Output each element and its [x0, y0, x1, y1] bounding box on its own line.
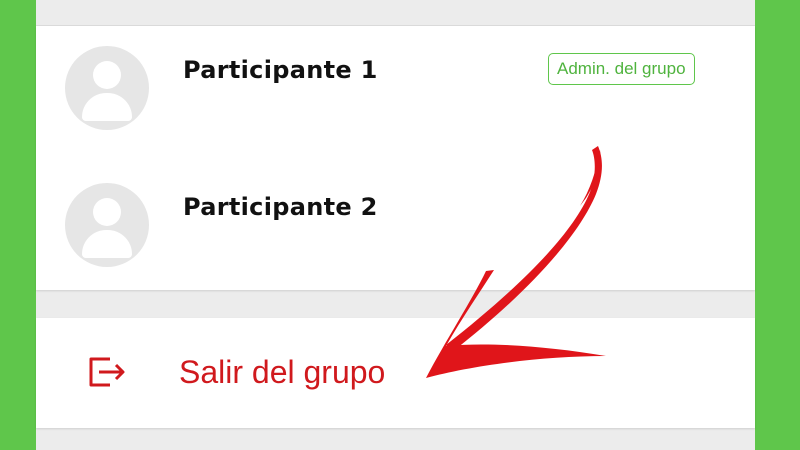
- exit-group-button[interactable]: Salir del grupo: [36, 318, 755, 428]
- participant-name: Participante 1: [183, 56, 378, 84]
- exit-group-label: Salir del grupo: [179, 354, 386, 390]
- person-icon: [93, 61, 121, 89]
- participant-row[interactable]: Participante 2: [36, 163, 755, 273]
- avatar: [65, 46, 149, 130]
- section-divider: [36, 0, 755, 26]
- participant-row[interactable]: Participante 1 Admin. del grupo: [36, 26, 755, 136]
- participants-list: Participante 1 Admin. del grupo Particip…: [36, 26, 755, 290]
- admin-badge: Admin. del grupo: [548, 53, 695, 85]
- exit-group-card: Salir del grupo: [36, 318, 755, 428]
- group-info-panel: Participante 1 Admin. del grupo Particip…: [36, 0, 755, 450]
- person-icon: [93, 198, 121, 226]
- exit-icon: [89, 357, 125, 387]
- participant-name: Participante 2: [183, 193, 378, 221]
- avatar: [65, 183, 149, 267]
